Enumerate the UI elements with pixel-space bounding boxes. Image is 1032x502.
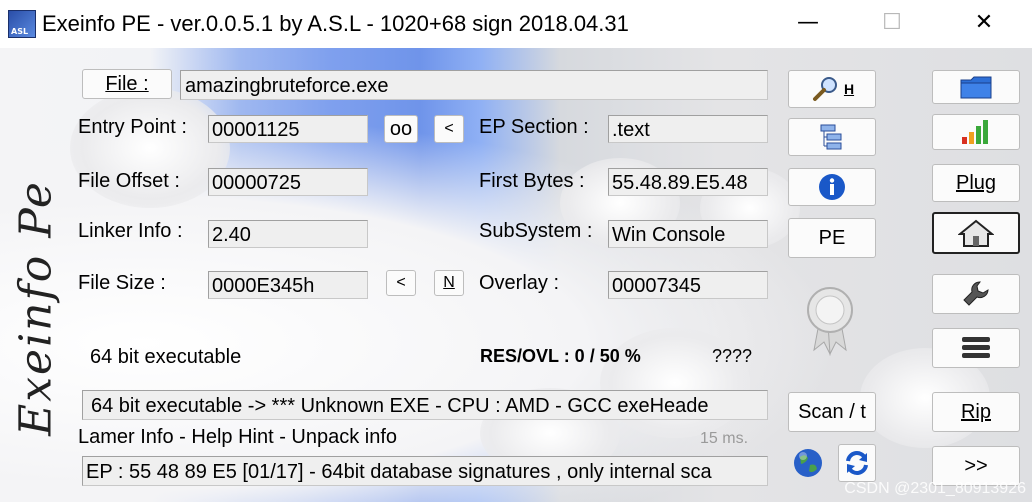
open-folder-button[interactable]	[932, 70, 1020, 104]
file-offset-label: File Offset :	[78, 170, 180, 192]
first-bytes-label: First Bytes :	[479, 170, 585, 192]
hint-field[interactable]: EP : 55 48 89 E5 [01/17] - 64bit databas…	[82, 456, 768, 486]
overlay-label: Overlay :	[479, 272, 560, 294]
plug-label: Plug	[955, 171, 997, 194]
award-ribbon-icon	[802, 284, 858, 358]
scan-button[interactable]: Scan / t	[788, 392, 876, 432]
file-size-label: File Size :	[78, 272, 166, 294]
res-ovl-status: RES/OVL : 0 / 50 %	[480, 346, 641, 366]
home-icon	[958, 218, 994, 248]
file-offset-field[interactable]: 00000725	[208, 168, 368, 196]
title-bar: ASL Exeinfo PE - ver.0.0.5.1 by A.S.L - …	[0, 0, 1032, 48]
refresh-arrows-icon	[843, 449, 871, 477]
signal-bars-icon	[959, 119, 993, 145]
scan-time: 15 ms.	[700, 430, 749, 447]
subsystem-field[interactable]: Win Console	[608, 220, 768, 248]
window-title: Exeinfo PE - ver.0.0.5.1 by A.S.L - 1020…	[42, 11, 629, 36]
minimize-button[interactable]: —	[786, 6, 830, 42]
tools-button[interactable]	[932, 274, 1020, 314]
magnifier-icon	[810, 74, 840, 104]
file-button-label: File :	[105, 72, 149, 95]
ep-lt-button[interactable]: <	[434, 115, 464, 143]
linker-info-field[interactable]: 2.40	[208, 220, 368, 248]
logo-text: Exeinfo Pe	[10, 180, 62, 436]
pe-button[interactable]: PE	[788, 218, 876, 258]
globe-button[interactable]	[788, 444, 828, 482]
entry-point-label: Entry Point :	[78, 116, 187, 138]
file-button[interactable]: File :	[82, 69, 172, 99]
file-size-field[interactable]: 0000E345h	[208, 271, 368, 299]
entry-point-field[interactable]: 00001125	[208, 115, 368, 143]
exeinfo-logo: Exeinfo Pe	[0, 158, 76, 498]
lamer-info-text[interactable]: Lamer Info - Help Hint - Unpack info	[78, 426, 397, 449]
main-panel: Exeinfo Pe File : amazingbruteforce.exe …	[0, 48, 1032, 502]
menu-button[interactable]	[932, 328, 1020, 368]
size-lt-button[interactable]: <	[386, 270, 416, 296]
home-button[interactable]	[932, 212, 1020, 254]
tree-view-button[interactable]	[788, 118, 876, 156]
list-tree-icon	[817, 122, 847, 152]
detection-field[interactable]: 64 bit executable -> *** Unknown EXE - C…	[82, 390, 768, 420]
rip-button[interactable]: Rip	[932, 392, 1020, 432]
stats-button[interactable]	[932, 114, 1020, 150]
rip-label: Rip	[960, 400, 991, 423]
stone-texture	[600, 328, 750, 438]
info-button[interactable]	[788, 168, 876, 206]
oo-button[interactable]: oo	[384, 115, 418, 143]
wrench-icon	[960, 278, 992, 310]
refresh-button[interactable]	[838, 444, 876, 482]
close-button[interactable]: ✕	[962, 6, 1006, 42]
app-icon-text: ASL	[11, 27, 29, 36]
search-h-button[interactable]: H	[788, 70, 876, 108]
ep-section-field[interactable]: .text	[608, 115, 768, 143]
file-name-field[interactable]: amazingbruteforce.exe	[180, 70, 768, 100]
info-icon	[817, 172, 847, 202]
n-button[interactable]: N	[434, 270, 464, 296]
folder-icon	[959, 74, 993, 100]
subsystem-label: SubSystem :	[479, 220, 593, 242]
maximize-button: ☐	[882, 10, 902, 35]
bits-status: 64 bit executable	[90, 346, 242, 368]
overlay-field[interactable]: 00007345	[608, 271, 768, 299]
plug-button[interactable]: Plug	[932, 164, 1020, 202]
watermark-text: CSDN @2301_80913926	[844, 480, 1026, 497]
unknown-status: ????	[712, 346, 753, 366]
search-h-label: H	[843, 81, 855, 97]
linker-info-label: Linker Info :	[78, 220, 183, 242]
app-icon: ASL	[8, 10, 36, 38]
globe-icon	[792, 447, 824, 479]
first-bytes-field[interactable]: 55.48.89.E5.48	[608, 168, 768, 196]
stack-lines-icon	[960, 334, 992, 362]
ep-section-label: EP Section :	[479, 116, 589, 138]
